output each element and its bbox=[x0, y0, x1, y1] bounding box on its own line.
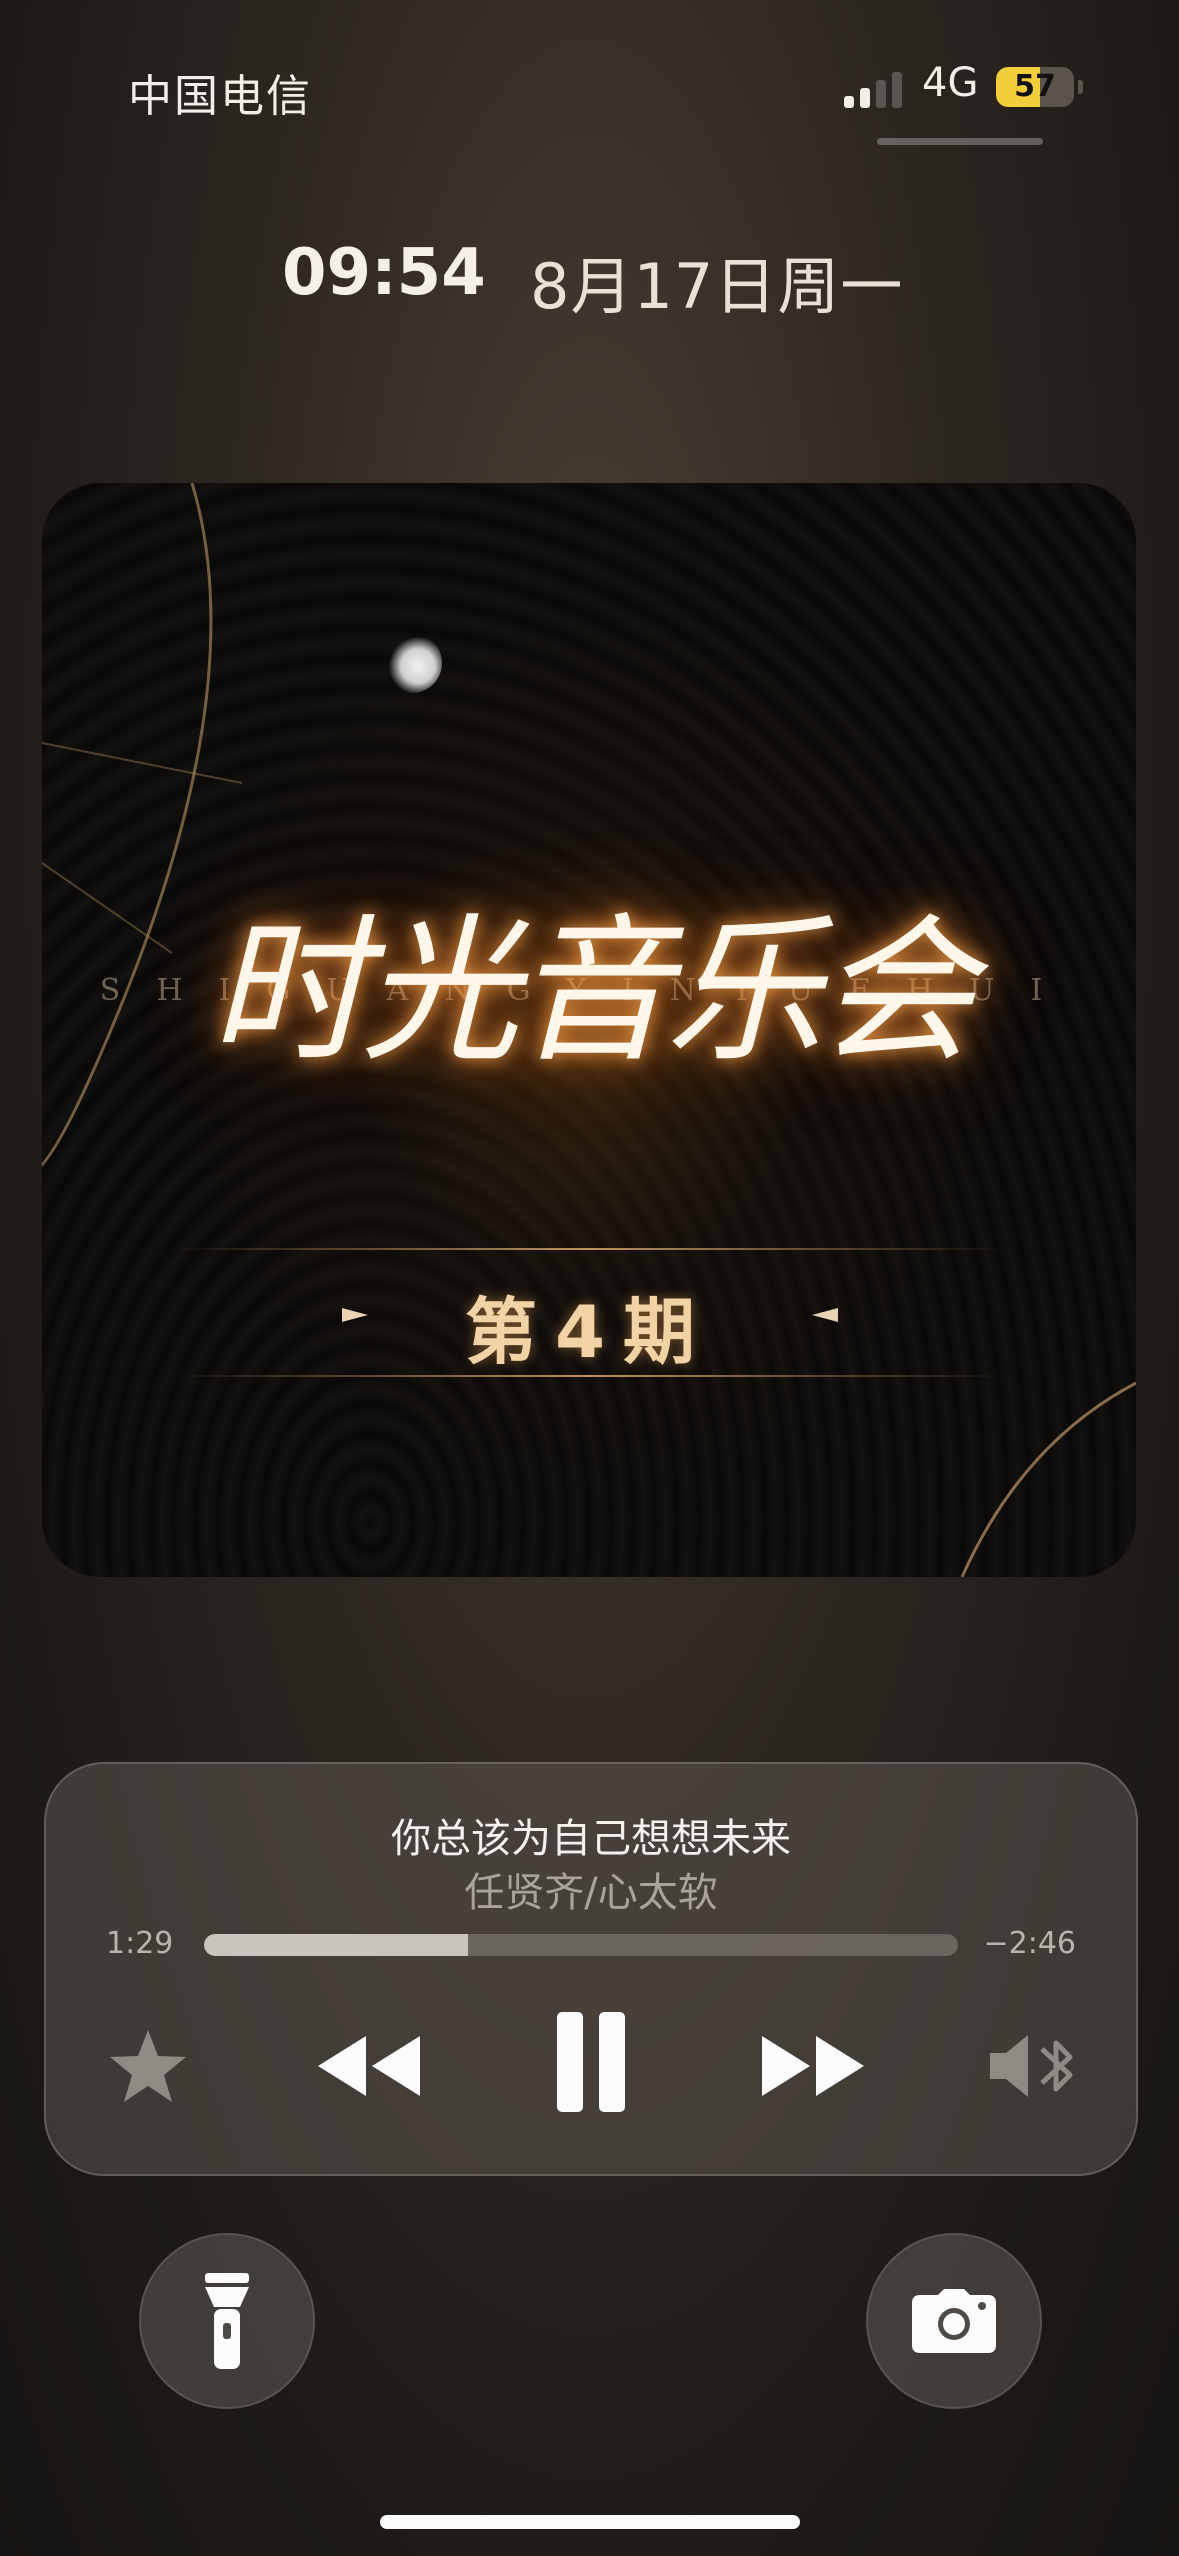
previous-track-button[interactable] bbox=[314, 2026, 424, 2106]
elapsed-time: 1:29 bbox=[106, 1926, 174, 1961]
flashlight-icon bbox=[205, 2273, 249, 2369]
speaker-bluetooth-icon bbox=[990, 2035, 1073, 2097]
signal-bar bbox=[860, 88, 870, 108]
album-logo-icon bbox=[382, 633, 442, 693]
signal-bar bbox=[876, 80, 886, 108]
lock-screen-time: 09:54 bbox=[282, 236, 486, 310]
camera-icon bbox=[912, 2289, 996, 2353]
playback-progress-fill bbox=[204, 1934, 468, 1956]
right-arrow-ornament bbox=[812, 1308, 838, 1322]
album-divider-bottom bbox=[172, 1375, 1006, 1377]
lock-screen-date: 8月17日周一 bbox=[530, 250, 904, 323]
pause-button[interactable] bbox=[551, 2006, 631, 2118]
signal-bar bbox=[892, 72, 902, 108]
camera-button[interactable] bbox=[866, 2233, 1042, 2409]
star-icon bbox=[110, 2030, 186, 2102]
remaining-time: −2:46 bbox=[983, 1926, 1076, 1961]
album-episode: 第4期 bbox=[464, 1290, 714, 1374]
song-artist: 任贤齐/心太软 bbox=[464, 1870, 718, 1916]
rewind-icon bbox=[318, 2036, 420, 2096]
pause-icon bbox=[557, 2012, 625, 2112]
battery-icon: 57 bbox=[996, 67, 1074, 107]
audio-output-button[interactable] bbox=[986, 2026, 1082, 2106]
control-center-handle[interactable] bbox=[877, 138, 1043, 145]
now-playing-widget: 你总该为自己想想未来 任贤齐/心太软 1:29 −2:46 bbox=[44, 1762, 1138, 2176]
network-type: 4G bbox=[922, 60, 979, 106]
battery-level: 57 bbox=[1014, 69, 1056, 104]
playback-scrubber[interactable] bbox=[204, 1934, 958, 1956]
next-track-button[interactable] bbox=[758, 2026, 868, 2106]
signal-strength-icon bbox=[844, 72, 906, 108]
favorite-button[interactable] bbox=[108, 2026, 188, 2106]
signal-bar bbox=[844, 96, 854, 108]
song-title: 你总该为自己想想未来 bbox=[391, 1816, 791, 1862]
album-artwork[interactable]: SHIGUANGYINYUEHUI 时光音乐会 第4期 bbox=[42, 483, 1136, 1577]
flashlight-button[interactable] bbox=[139, 2233, 315, 2409]
battery-nub bbox=[1078, 80, 1083, 94]
carrier-name: 中国电信 bbox=[128, 71, 312, 122]
fast-forward-icon bbox=[762, 2036, 864, 2096]
album-divider-top bbox=[172, 1248, 1006, 1250]
album-title: 时光音乐会 bbox=[209, 900, 975, 1084]
home-indicator[interactable] bbox=[380, 2515, 800, 2529]
